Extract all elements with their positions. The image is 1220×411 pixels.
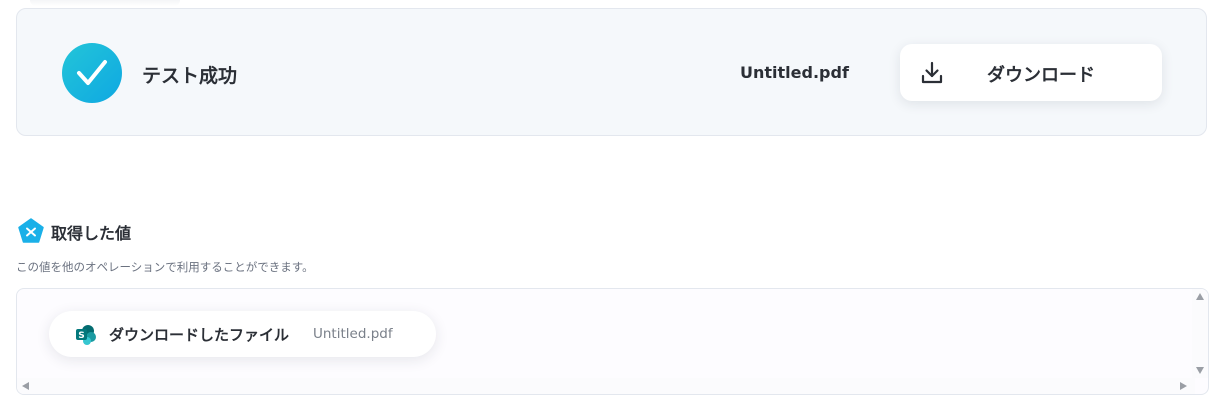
value-chip-downloaded-file[interactable]: S ダウンロードしたファイル Untitled.pdf — [49, 311, 436, 357]
value-chip-label: ダウンロードしたファイル — [109, 326, 290, 344]
test-result-card: テスト成功 Untitled.pdf ダウンロード — [16, 8, 1207, 136]
scroll-up-arrow-icon[interactable] — [1196, 293, 1204, 300]
scroll-left-arrow-icon[interactable] — [22, 382, 29, 390]
download-icon — [920, 61, 944, 89]
previous-card-edge — [30, 0, 180, 6]
obtained-values-description: この値を他のオペレーションで利用することができます。 — [16, 260, 314, 274]
horizontal-scrollbar[interactable] — [17, 378, 1195, 394]
variable-pentagon-icon — [18, 218, 44, 248]
obtained-values-title: 取得した値 — [51, 224, 132, 243]
svg-text:S: S — [78, 331, 84, 341]
check-circle-icon — [62, 43, 122, 103]
sharepoint-icon: S — [75, 324, 97, 350]
value-chip-value: Untitled.pdf — [313, 326, 393, 342]
scroll-right-arrow-icon[interactable] — [1180, 382, 1187, 390]
result-file-name: Untitled.pdf — [740, 63, 849, 82]
download-button-label: ダウンロード — [987, 65, 1095, 86]
download-button[interactable]: ダウンロード — [900, 44, 1162, 101]
test-success-label: テスト成功 — [142, 65, 238, 87]
obtained-values-panel: S ダウンロードしたファイル Untitled.pdf — [16, 288, 1209, 395]
scroll-down-arrow-icon[interactable] — [1196, 367, 1204, 374]
vertical-scrollbar[interactable] — [1192, 289, 1208, 378]
